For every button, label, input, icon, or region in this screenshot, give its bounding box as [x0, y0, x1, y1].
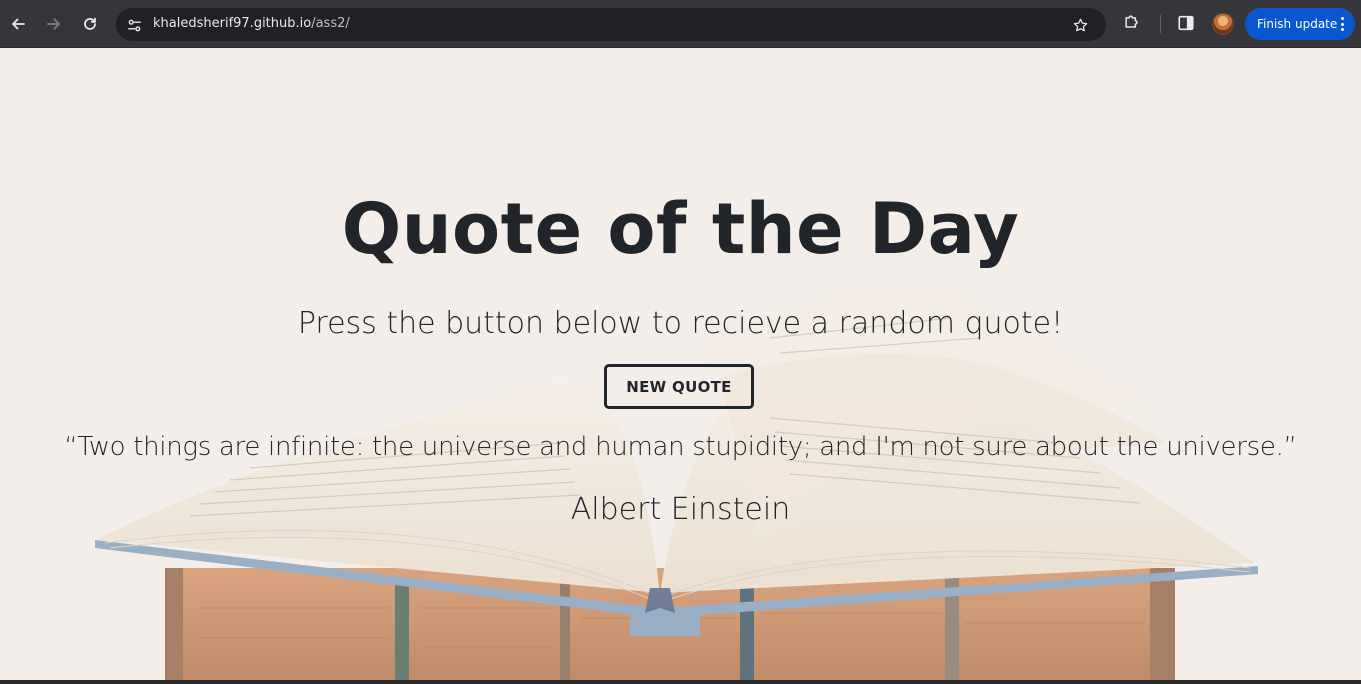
arrow-left-icon	[12, 18, 25, 30]
new-quote-button[interactable]: NEW QUOTE	[604, 364, 754, 409]
quote-author: Albert Einstein	[570, 492, 791, 527]
url-host: khaledsherif97.github.io	[153, 16, 312, 31]
arrow-right-icon	[47, 18, 60, 30]
bookmark-button[interactable]	[1069, 14, 1091, 36]
puzzle-icon	[1125, 15, 1138, 28]
browser-toolbar: khaledsherif97.github.io/ass2/ Finish up…	[0, 0, 1361, 48]
window-bottom-edge	[0, 680, 1361, 684]
side-panel-icon	[1178, 15, 1194, 31]
forward-button[interactable]	[40, 10, 68, 38]
finish-update-label: Finish update	[1257, 17, 1338, 31]
quote-section: Quote of the Day Press the button below …	[0, 48, 1361, 680]
extensions-button[interactable]	[1122, 12, 1146, 36]
address-bar[interactable]: khaledsherif97.github.io/ass2/	[116, 8, 1106, 41]
reload-icon	[84, 17, 96, 30]
page-viewport: Quote of the Day Press the button below …	[0, 48, 1361, 680]
quote-text: “Two things are infinite: the universe a…	[64, 432, 1297, 462]
page-subtitle: Press the button below to recieve a rand…	[297, 306, 1064, 341]
reload-button[interactable]	[76, 10, 104, 38]
site-info-button[interactable]	[122, 13, 146, 37]
back-button[interactable]	[4, 10, 32, 38]
toolbar-divider	[1160, 15, 1161, 33]
finish-update-button[interactable]: Finish update	[1245, 8, 1355, 40]
side-panel-button[interactable]	[1177, 14, 1197, 34]
page-title: Quote of the Day	[341, 188, 1020, 270]
kebab-menu-icon	[1340, 17, 1344, 31]
profile-avatar[interactable]	[1212, 13, 1234, 35]
star-icon	[1073, 18, 1087, 31]
url-path: /ass2/	[311, 16, 350, 31]
url-text[interactable]: khaledsherif97.github.io/ass2/	[153, 16, 350, 31]
tune-icon	[127, 19, 141, 31]
